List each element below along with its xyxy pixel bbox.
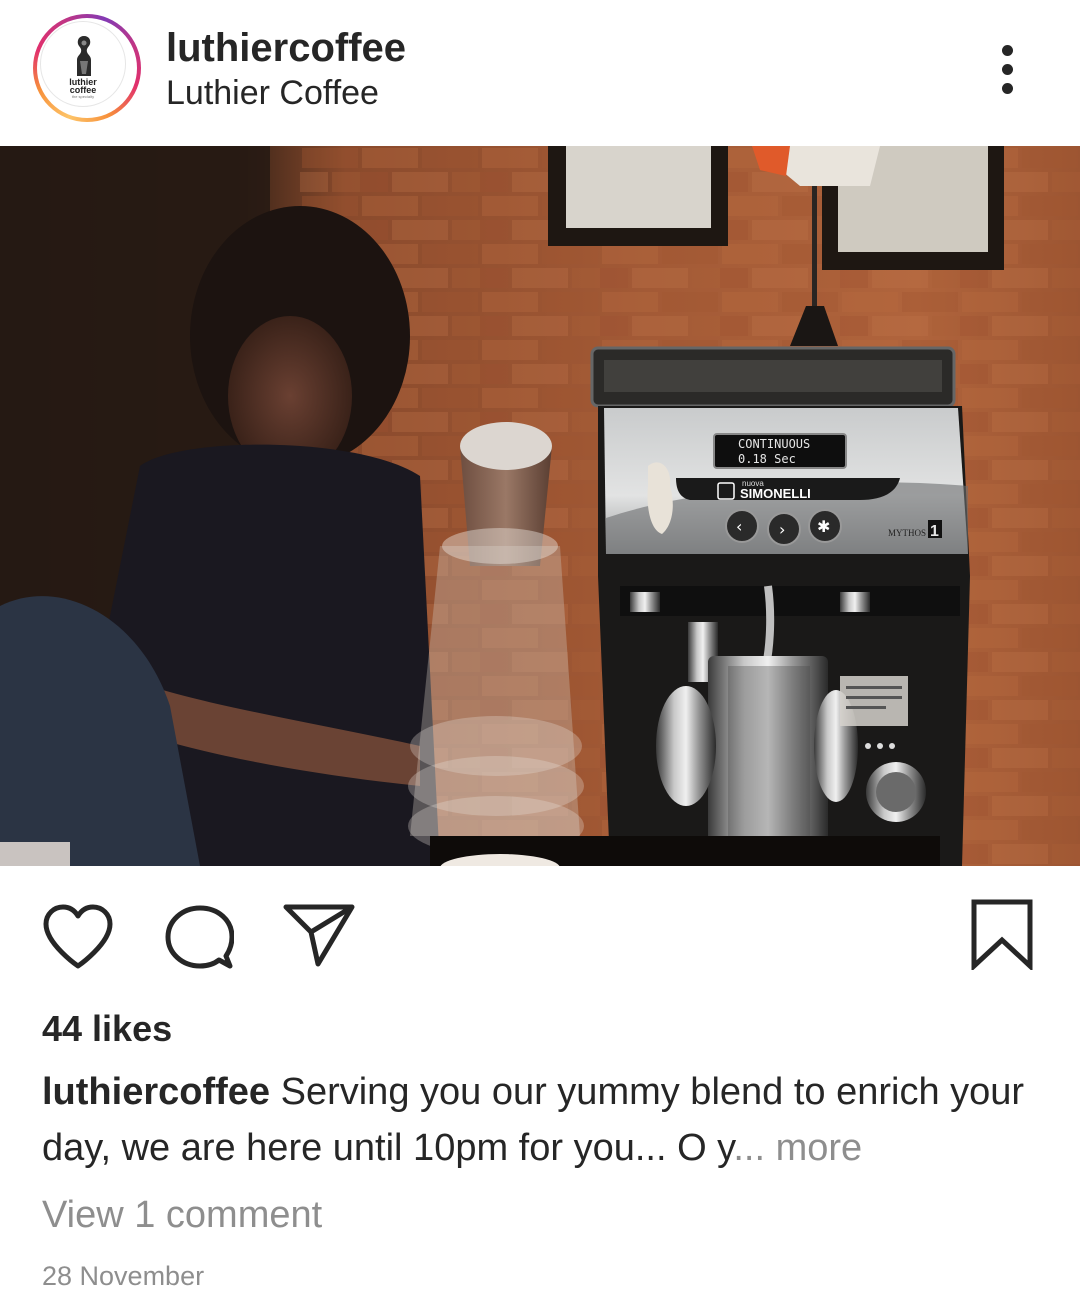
post-actions <box>0 866 1080 1002</box>
paper-plane-icon[interactable] <box>282 902 356 968</box>
post-caption: luthiercoffee Serving you our yummy blen… <box>42 1064 1042 1176</box>
caption-username[interactable]: luthiercoffee <box>42 1071 270 1113</box>
svg-text:›: › <box>779 520 785 539</box>
post-photo[interactable]: CONTINUOUS 0.18 Sec nuova SIMONELLI ‹ › … <box>0 146 1080 866</box>
heart-outline-icon[interactable] <box>42 904 114 970</box>
grinder-model: MYTHOS <box>888 528 926 538</box>
three-dots-vertical-icon[interactable] <box>988 40 1028 98</box>
post-username[interactable]: luthiercoffee <box>166 26 406 70</box>
avatar[interactable]: luthier coffee the specialty <box>40 21 126 107</box>
post-timestamp: 28 November <box>42 1261 205 1291</box>
bookmark-outline-icon[interactable] <box>970 898 1034 970</box>
logo-tagline: the specialty <box>71 94 95 99</box>
grinder-display-line2: 0.18 Sec <box>738 452 796 466</box>
speech-bubble-icon[interactable] <box>164 904 234 970</box>
grinder-brand: SIMONELLI <box>740 486 811 501</box>
likes-count[interactable]: 44 likes <box>42 1008 172 1050</box>
svg-text:1: 1 <box>930 523 939 540</box>
post-header: luthier coffee the specialty luthiercoff… <box>0 0 1080 146</box>
svg-text:‹: ‹ <box>736 517 742 536</box>
caption-more-link[interactable]: ... more <box>733 1127 862 1169</box>
grinder-display-line1: CONTINUOUS <box>738 437 810 451</box>
post-display-name[interactable]: Luthier Coffee <box>166 74 379 112</box>
luthier-logo-icon <box>77 36 91 76</box>
view-comments-link[interactable]: View 1 comment <box>42 1192 322 1238</box>
coffee-grinder-photo: CONTINUOUS 0.18 Sec nuova SIMONELLI ‹ › … <box>0 146 1080 866</box>
svg-text:✱: ✱ <box>817 517 830 536</box>
story-ring[interactable]: luthier coffee the specialty <box>33 14 141 122</box>
